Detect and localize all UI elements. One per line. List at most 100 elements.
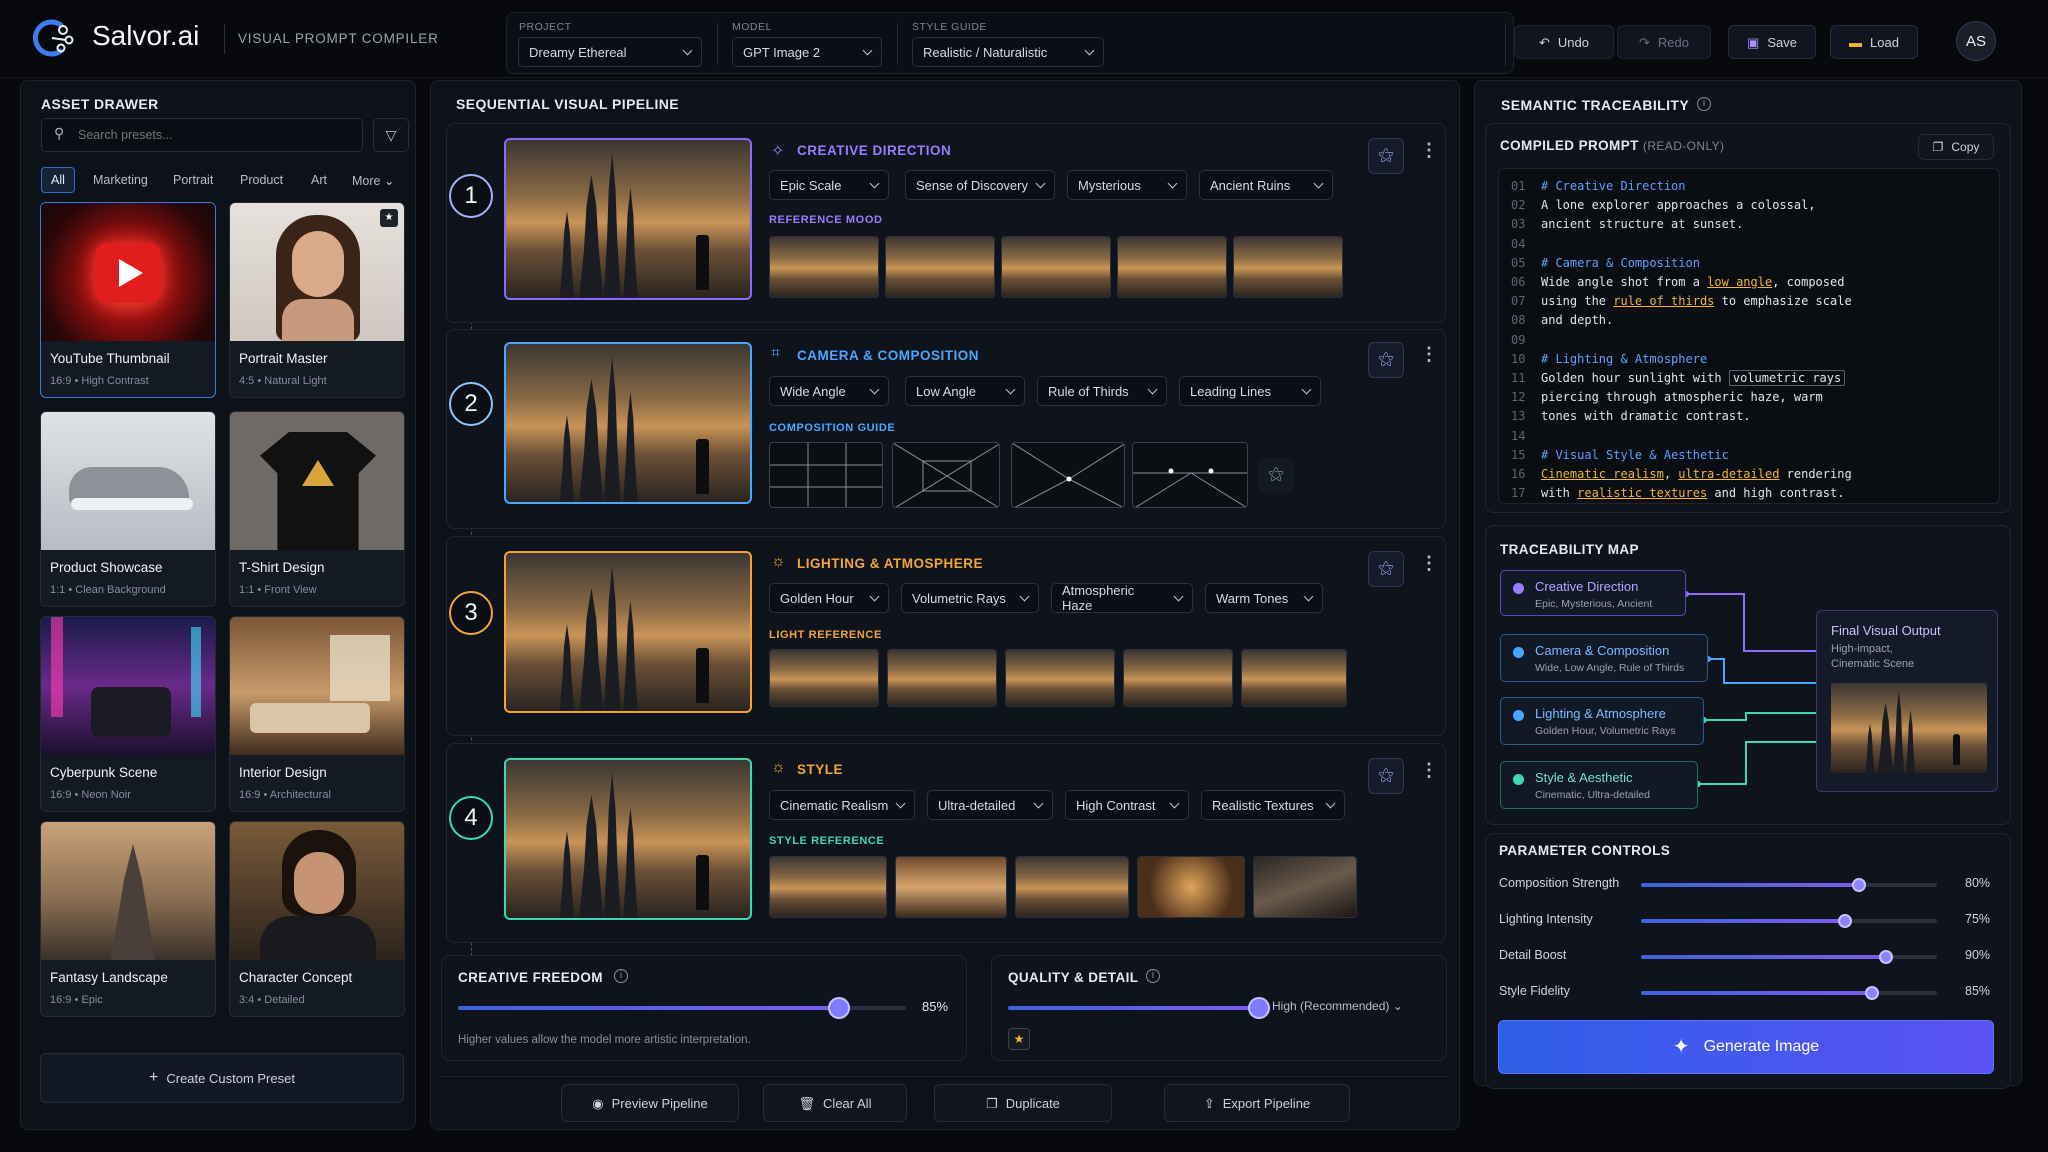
guide-perspective[interactable] <box>1132 442 1248 508</box>
model-select[interactable]: GPT Image 2 <box>732 37 882 67</box>
project-select[interactable]: Dreamy Ethereal <box>518 37 702 67</box>
redo-button[interactable]: ↷ Redo <box>1617 25 1711 59</box>
reference-thumb[interactable] <box>1233 236 1343 298</box>
spire-shape <box>603 152 621 298</box>
guide-rule-of-thirds[interactable] <box>769 442 883 508</box>
stage-card-4: 4 ☼ STYLE Cinematic Realism Ultra-detail… <box>446 743 1446 943</box>
guide-leading-lines[interactable] <box>1011 442 1125 508</box>
chevron-down-icon: ⌄ <box>383 174 395 188</box>
stage-preview[interactable] <box>504 551 752 713</box>
final-output-image[interactable] <box>1831 683 1987 773</box>
stage-title: LIGHTING & ATMOSPHERE <box>797 556 983 571</box>
style-guide-select[interactable]: Realistic / Naturalistic <box>912 37 1104 67</box>
search-box[interactable]: ⚲ <box>41 118 363 152</box>
filter-button[interactable]: ▽ <box>373 118 409 152</box>
option-select[interactable]: Epic Scale <box>769 170 889 200</box>
option-select[interactable]: Rule of Thirds <box>1037 376 1167 406</box>
trace-item-camera[interactable]: Camera & Composition Wide, Low Angle, Ru… <box>1500 634 1708 682</box>
tab-portrait[interactable]: Portrait <box>173 173 213 187</box>
star-icon[interactable]: ★ <box>1008 1028 1030 1050</box>
trace-item-creative[interactable]: Creative Direction Epic, Mysterious, Anc… <box>1500 570 1686 616</box>
more-icon[interactable]: ⋮ <box>1420 344 1438 365</box>
tab-art[interactable]: Art <box>311 173 327 187</box>
copy-button[interactable]: ❐ Copy <box>1918 134 1994 160</box>
stage-preview[interactable] <box>504 758 752 920</box>
reference-thumb[interactable] <box>1123 649 1233 707</box>
option-select[interactable]: Ancient Ruins <box>1199 170 1333 200</box>
reference-thumb[interactable] <box>1253 856 1357 918</box>
asset-card-youtube[interactable]: YouTube Thumbnail 16:9 • High Contrast <box>40 202 216 398</box>
more-icon[interactable]: ⋮ <box>1420 553 1438 574</box>
reference-thumb[interactable] <box>769 236 879 298</box>
guide-diagonal[interactable] <box>892 442 1000 508</box>
preview-pipeline-button[interactable]: ◉ Preview Pipeline <box>561 1084 739 1122</box>
option-select[interactable]: Golden Hour <box>769 583 889 613</box>
search-input[interactable] <box>78 125 348 145</box>
option-select[interactable]: Realistic Textures <box>1201 790 1345 820</box>
final-output-card[interactable]: Final Visual Output High-impact, Cinemat… <box>1816 610 1998 792</box>
option-select[interactable]: Wide Angle <box>769 376 889 406</box>
clear-all-button[interactable]: 🗑 Clear All <box>763 1084 907 1122</box>
trace-item-style[interactable]: Style & Aesthetic Cinematic, Ultra-detai… <box>1500 761 1698 809</box>
asset-card-character[interactable]: Character Concept 3:4 • Detailed <box>229 821 405 1017</box>
reference-thumb[interactable] <box>1001 236 1111 298</box>
wand-button[interactable]: ⚝ <box>1368 551 1404 587</box>
load-button[interactable]: ▬ Load <box>1830 25 1918 59</box>
reference-thumb[interactable] <box>1241 649 1347 707</box>
more-icon[interactable]: ⋮ <box>1420 760 1438 781</box>
save-button[interactable]: ▣ Save <box>1728 25 1816 59</box>
option-select[interactable]: Mysterious <box>1067 170 1187 200</box>
add-guide-button[interactable]: ⚝ <box>1259 458 1293 492</box>
stage-preview[interactable] <box>504 138 752 300</box>
reference-thumb[interactable] <box>1117 236 1227 298</box>
param-knob[interactable] <box>1851 878 1866 892</box>
stage-preview[interactable] <box>504 342 752 504</box>
asset-card-product[interactable]: Product Showcase 1:1 • Clean Background <box>40 411 216 607</box>
option-select[interactable]: Low Angle <box>905 376 1025 406</box>
asset-card-portrait[interactable]: ★ Portrait Master 4:5 • Natural Light <box>229 202 405 398</box>
asset-card-tshirt[interactable]: T-Shirt Design 1:1 • Front View <box>229 411 405 607</box>
asset-card-cyberpunk[interactable]: Cyberpunk Scene 16:9 • Neon Noir <box>40 616 216 812</box>
asset-card-interior[interactable]: Interior Design 16:9 • Architectural <box>229 616 405 812</box>
duplicate-button[interactable]: ❐ Duplicate <box>934 1084 1112 1122</box>
reference-thumb[interactable] <box>885 236 995 298</box>
option-select[interactable]: Sense of Discovery <box>905 170 1055 200</box>
undo-button[interactable]: ↶ Undo <box>1514 25 1614 59</box>
trace-item-lighting[interactable]: Lighting & Atmosphere Golden Hour, Volum… <box>1500 697 1704 745</box>
option-select[interactable]: Leading Lines <box>1179 376 1321 406</box>
asset-card-fantasy[interactable]: Fantasy Landscape 16:9 • Epic <box>40 821 216 1017</box>
reference-thumb[interactable] <box>769 649 879 707</box>
export-pipeline-button[interactable]: ⇪ Export Pipeline <box>1164 1084 1350 1122</box>
param-knob[interactable] <box>1879 950 1894 964</box>
wand-button[interactable]: ⚝ <box>1368 758 1404 794</box>
reference-thumb[interactable] <box>1137 856 1245 918</box>
tab-all[interactable]: All <box>41 167 75 193</box>
wand-button[interactable]: ⚝ <box>1368 138 1404 174</box>
option-select[interactable]: Ultra-detailed <box>927 790 1053 820</box>
tab-more[interactable]: More ⌄ <box>352 173 394 188</box>
tab-marketing[interactable]: Marketing <box>93 173 148 187</box>
bookmark-icon[interactable]: ★ <box>380 209 398 227</box>
reference-thumb[interactable] <box>1005 649 1115 707</box>
more-icon[interactable]: ⋮ <box>1420 140 1438 161</box>
reference-thumb[interactable] <box>769 856 887 918</box>
option-select[interactable]: Volumetric Rays <box>901 583 1039 613</box>
option-select[interactable]: High Contrast <box>1065 790 1189 820</box>
option-select[interactable]: Cinematic Realism <box>769 790 915 820</box>
option-select[interactable]: Atmospheric Haze <box>1051 583 1193 613</box>
code-line: 17 with realistic textures and high contr… <box>1511 486 1844 500</box>
tab-more-label: More <box>352 174 381 188</box>
quality-select[interactable]: High (Recommended) ⌄ <box>1272 999 1403 1013</box>
generate-image-button[interactable]: ✦ Generate Image <box>1498 1020 1994 1074</box>
reference-thumb[interactable] <box>887 649 997 707</box>
reference-thumb[interactable] <box>1015 856 1129 918</box>
reference-thumb[interactable] <box>895 856 1007 918</box>
option-select[interactable]: Warm Tones <box>1205 583 1323 613</box>
avatar[interactable]: AS <box>1956 21 1996 61</box>
tab-product[interactable]: Product <box>240 173 283 187</box>
quality-knob[interactable] <box>1247 997 1270 1019</box>
code-line: 11 Golden hour sunlight with volumetric r… <box>1511 370 1846 386</box>
create-preset-button[interactable]: + Create Custom Preset <box>40 1053 404 1103</box>
creative-freedom-knob[interactable] <box>827 997 850 1019</box>
wand-button[interactable]: ⚝ <box>1368 342 1404 378</box>
